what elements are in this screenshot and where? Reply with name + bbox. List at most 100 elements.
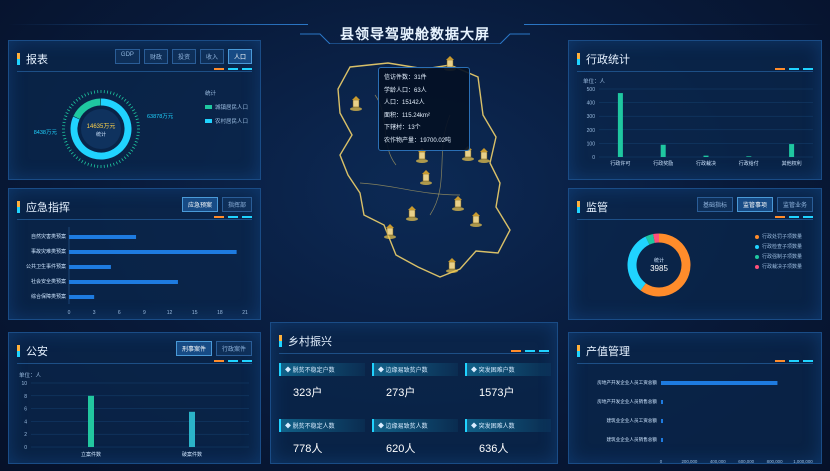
donut-tick	[68, 149, 72, 152]
admin-bar-chart: 0 100 200 300 400 500 行政许可 行政奖励 行政裁决 行政给付 其他权利	[587, 87, 813, 167]
tooltip-row: 下辖村：13个	[384, 125, 421, 131]
bar	[69, 265, 111, 269]
tab-1[interactable]: 指挥部	[221, 197, 252, 212]
bar	[661, 381, 778, 385]
panel-header: 公安	[17, 343, 48, 359]
donut-center-label: 统计	[96, 131, 106, 138]
donut-tick	[73, 101, 76, 104]
rural-card-value: 620人	[386, 443, 416, 455]
donut-tick	[130, 106, 134, 109]
donut-tick	[93, 90, 96, 94]
tick-label: 1,000,000	[793, 459, 813, 464]
panel-header: 监管	[577, 199, 608, 215]
header-line-right	[524, 24, 824, 25]
category-label: 建筑业企业人员销售总额	[606, 436, 657, 443]
tooltip-row: 学龄人口：63人	[384, 87, 427, 94]
tab-0[interactable]: GDP	[114, 49, 140, 64]
tab-3[interactable]: 收入	[199, 49, 224, 64]
tick-label: 500	[587, 87, 596, 93]
donut-tick	[115, 161, 118, 165]
legend-item: 行政检查子项数量	[755, 243, 802, 250]
tick-label: 600,000	[738, 459, 754, 464]
donut-center-value: 14635万元	[87, 123, 116, 130]
bar	[746, 156, 752, 157]
legend-item: 城镇居民人口	[205, 103, 248, 111]
police-bar-chart: 0 2 4 6 8 10 立案件数 破案件数	[21, 381, 249, 458]
donut-tick	[73, 154, 76, 157]
tab-0[interactable]: 刑事案件	[175, 341, 212, 356]
donut-tick	[133, 143, 137, 146]
panel-title: 行政统计	[586, 54, 630, 66]
rural-panel: 乡村振兴 ◆ 脱贫不稳定户数 323户 ◆ 边缘易致贫户数 273户 ◆ 突发困难户数 1…	[270, 322, 558, 464]
tick-label: 3	[93, 310, 96, 316]
donut-tick	[134, 140, 138, 143]
bar	[88, 395, 94, 447]
donut-tick	[128, 103, 132, 107]
donut-tick	[84, 161, 87, 165]
donut-tick	[123, 156, 127, 160]
donut-tick	[130, 149, 134, 152]
bar	[703, 155, 709, 157]
rural-card-value: 273户	[386, 387, 416, 399]
donut-tick	[121, 96, 124, 100]
donut-tick	[75, 156, 79, 160]
tick-label: 15	[192, 310, 198, 316]
tick-label: 12	[167, 310, 173, 316]
bar	[69, 295, 95, 299]
tick-label: 4	[24, 419, 27, 425]
tab-2[interactable]: 投资	[171, 49, 196, 64]
panel-title: 监管	[586, 202, 608, 214]
police-panel: 公安 刑事案件 行政案件 单位：人 0 2 4 6 8 10 立案件数 破案件数	[8, 332, 261, 464]
tab-1[interactable]: 财政	[143, 49, 168, 64]
supervision-panel: 监管 基础指标 监管事项 监管业务 统计 3985 行政处罚子项数量 行政检查子项数量行…	[568, 188, 822, 320]
tab-0[interactable]: 基础指标	[696, 197, 733, 212]
rural-card-label: ◆ 边缘易致贫户数	[372, 363, 458, 376]
donut-left-label: 8438万元	[34, 129, 58, 136]
bar	[661, 438, 663, 442]
category-label: 房地产开发企业人员工资总额	[597, 379, 657, 386]
tick-label: 9	[143, 310, 146, 316]
panel-header: 应急指挥	[17, 199, 70, 215]
donut-tick	[109, 91, 112, 95]
donut-tick	[62, 134, 66, 137]
bar	[661, 419, 663, 423]
donut-tick	[70, 151, 74, 155]
donut-tick	[67, 109, 71, 112]
panel-header: 乡村振兴	[279, 333, 332, 349]
legend-swatch	[205, 105, 212, 109]
tab-2[interactable]: 监管业务	[776, 197, 813, 212]
donut-tick	[109, 163, 112, 167]
tab-1[interactable]: 行政案件	[215, 341, 252, 356]
donut-tick	[133, 112, 137, 115]
donut-tick	[106, 164, 109, 168]
rural-card-value: 1573户	[479, 387, 515, 399]
rural-card: ◆ 突发困难人数 636人	[465, 419, 551, 456]
category-label: 行政奖励	[653, 160, 673, 167]
tooltip-row: 信访件数：31件	[384, 75, 427, 81]
donut-tick	[136, 121, 140, 124]
donut-tick	[93, 164, 96, 168]
bar	[189, 411, 195, 447]
legend-dot	[755, 234, 759, 239]
donut-tick	[135, 137, 139, 140]
donut-tick	[90, 91, 93, 95]
donut-tick	[106, 90, 109, 94]
tab-4[interactable]: 人口	[227, 49, 252, 64]
legend-swatch	[205, 119, 212, 123]
tab-1[interactable]: 监管事项	[736, 197, 773, 212]
tab-0[interactable]: 应急预案	[181, 197, 218, 212]
rural-card-label: ◆ 突发困难户数	[465, 363, 551, 376]
tick-label: 200	[587, 128, 596, 134]
tick-label: 18	[217, 310, 223, 316]
donut-tick	[126, 154, 129, 157]
donut-tick	[112, 162, 115, 166]
donut-tick	[81, 95, 84, 99]
donut-tick	[81, 159, 84, 163]
donut-tick	[126, 101, 129, 104]
tick-label: 0	[592, 155, 595, 161]
report-legend: 统计 城镇居民人口 农村居民人口	[205, 89, 248, 125]
tick-label: 100	[587, 141, 596, 147]
tooltip-row: 人口：15142人	[384, 100, 425, 106]
category-label: 事故灾难类预案	[31, 248, 66, 255]
supervision-tabs: 基础指标 监管事项 监管业务	[696, 197, 813, 212]
